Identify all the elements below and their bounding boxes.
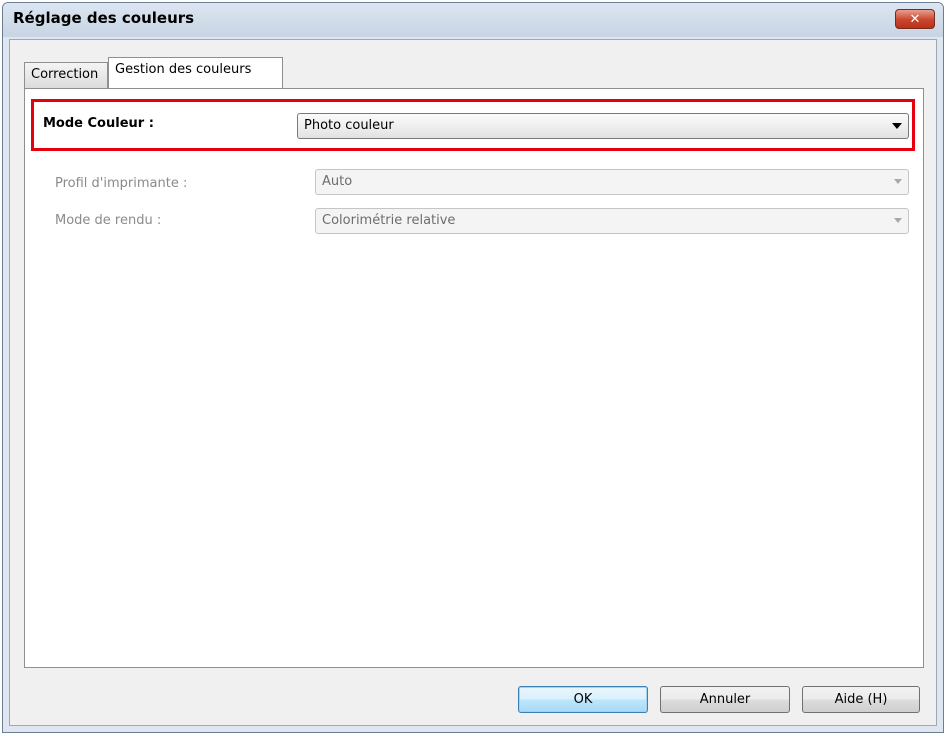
rendering-intent-value: Colorimétrie relative (322, 213, 456, 228)
help-button[interactable]: Aide (H) (802, 686, 920, 713)
rendering-intent-dropdown[interactable]: Colorimétrie relative (315, 208, 909, 234)
printer-profile-dropdown[interactable]: Auto (315, 169, 909, 195)
chevron-down-icon (892, 123, 902, 129)
title-bar: Réglage des couleurs ✕ (3, 3, 943, 37)
dialog-body: Correction Gestion des couleurs Mode Cou… (9, 39, 937, 726)
tab-correction[interactable]: Correction (24, 62, 108, 88)
color-mode-dropdown[interactable]: Photo couleur (297, 113, 909, 139)
printer-profile-value: Auto (322, 174, 353, 189)
chevron-down-icon (894, 218, 902, 223)
printer-profile-label: Profil d'imprimante : (55, 176, 188, 191)
close-icon: ✕ (909, 11, 921, 27)
ok-button[interactable]: OK (518, 686, 648, 713)
tab-correction-label: Correction (31, 67, 99, 82)
tab-panel-color-management: Mode Couleur : Photo couleur Profil d'im… (24, 88, 924, 668)
tab-color-management-label: Gestion des couleurs (115, 62, 252, 77)
close-button[interactable]: ✕ (895, 9, 935, 29)
ok-button-label: OK (573, 692, 593, 707)
cancel-button-label: Annuler (699, 692, 751, 707)
dialog-title: Réglage des couleurs (13, 9, 195, 27)
help-button-label: Aide (H) (834, 692, 888, 707)
chevron-down-icon (894, 179, 902, 184)
dialog-window: Réglage des couleurs ✕ Correction Gestio… (2, 2, 944, 733)
color-mode-label: Mode Couleur : (43, 116, 154, 131)
tab-color-management[interactable]: Gestion des couleurs (108, 57, 283, 88)
rendering-intent-label: Mode de rendu : (55, 213, 162, 228)
cancel-button[interactable]: Annuler (660, 686, 790, 713)
color-mode-value: Photo couleur (304, 118, 394, 133)
